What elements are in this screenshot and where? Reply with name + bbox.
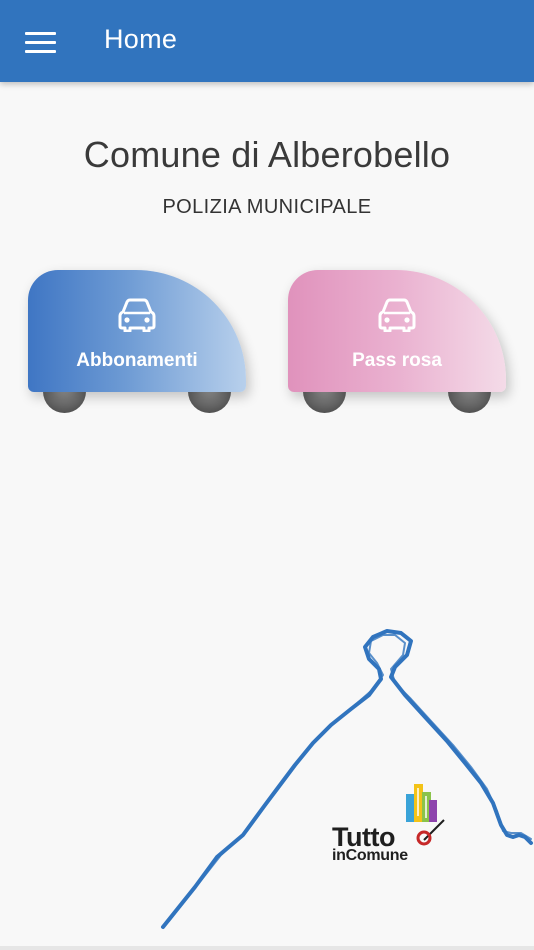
pass-rosa-button[interactable]: Pass rosa [288,270,506,415]
tutto-incomune-logo: Tutto inComune [328,778,448,868]
organization-subtitle: POLIZIA MUNICIPALE [162,196,372,218]
car-card-body: Pass rosa [288,270,506,392]
logo-word-incomune: inComune [332,847,408,864]
app-screen: Home Comune di Alberobello POLIZIA MUNIC… [0,0,534,950]
bottom-divider [0,946,534,950]
abbonamenti-button[interactable]: Abbonamenti [28,270,246,415]
car-card-body: Abbonamenti [28,270,246,392]
card-label: Pass rosa [352,350,442,371]
car-icon [378,298,416,332]
page-title: Home [104,24,178,54]
card-label: Abbonamenti [76,350,198,371]
hamburger-menu-icon[interactable] [16,23,64,61]
app-bar: Home [0,0,534,82]
organization-title: Comune di Alberobello [83,134,451,175]
car-icon [118,298,156,332]
